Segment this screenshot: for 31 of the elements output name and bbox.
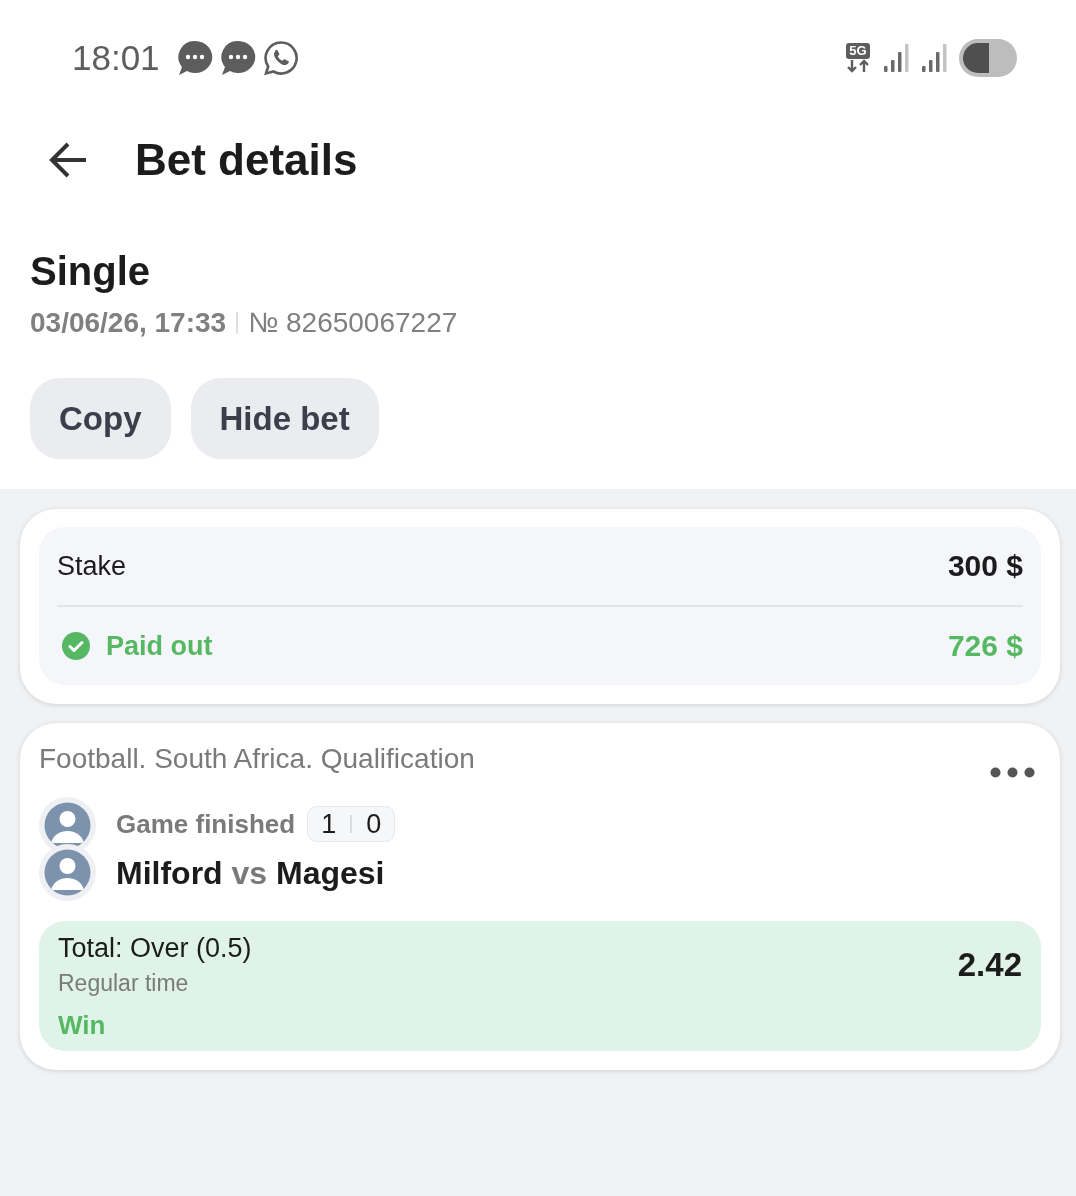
chat-bubble-icon: [176, 40, 213, 76]
payout-amount: 726 $: [947, 629, 1023, 663]
stake-label: Stake: [57, 550, 127, 582]
copy-button[interactable]: Copy: [30, 378, 171, 459]
page-title: Bet details: [135, 134, 358, 186]
avatar-icon: [39, 844, 96, 901]
data-arrows-icon: [845, 59, 871, 73]
chat-bubble-icon: [219, 40, 256, 76]
payout-label: Paid out: [106, 630, 213, 662]
hide-button[interactable]: Hide bet: [190, 378, 379, 459]
clock-time: 18:01: [72, 38, 160, 78]
score-badge: 1 0: [307, 806, 396, 842]
check-circle-icon: [62, 632, 90, 660]
back-arrow-icon[interactable]: [48, 142, 88, 178]
match-title: Milford vs Magesi: [116, 854, 386, 893]
event-category: Football. South Africa. Qualification: [39, 742, 475, 776]
more-icon[interactable]: [990, 767, 1035, 778]
stake-amount: 300 $: [947, 549, 1023, 583]
network-badge: 5G: [846, 43, 870, 59]
bet-number: № 82650067227: [248, 306, 458, 340]
bet-type: Single: [30, 248, 151, 295]
market-name: Total: Over (0.5): [58, 932, 252, 965]
signal-icon: [921, 44, 948, 72]
phone-chat-icon: [262, 40, 299, 76]
signal-icon: [883, 44, 910, 72]
odds-value: 2.42: [957, 948, 1022, 982]
battery-icon: [959, 39, 1017, 77]
bet-date: 03/06/26, 17:33: [30, 306, 227, 340]
match-status: Game finished: [116, 808, 296, 840]
period-label: Regular time: [58, 969, 189, 998]
result-label: Win: [58, 1009, 106, 1042]
